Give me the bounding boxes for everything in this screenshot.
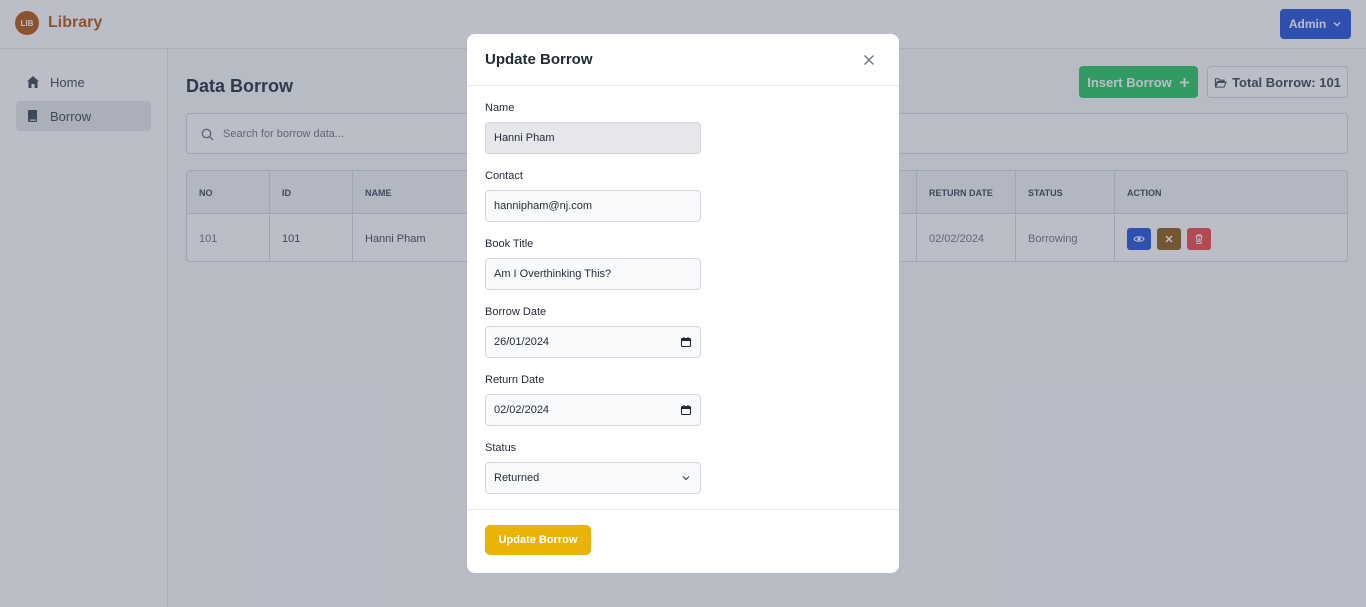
book-title-label: Book Title xyxy=(485,238,534,250)
name-label: Name xyxy=(485,102,515,114)
borrow-date-value: 26/01/2024 xyxy=(494,336,550,348)
status-select[interactable]: Returned xyxy=(485,462,701,494)
contact-field[interactable]: hannipham@nj.com xyxy=(485,190,701,222)
modal-footer: Update Borrow xyxy=(467,509,899,573)
contact-label: Contact xyxy=(485,170,523,182)
chevron-down-icon xyxy=(682,476,690,481)
return-date-value: 02/02/2024 xyxy=(494,404,550,416)
status-label: Status xyxy=(485,442,517,454)
modal-title: Update Borrow xyxy=(485,51,593,68)
calendar-icon[interactable] xyxy=(680,336,692,348)
borrow-date-field[interactable]: 26/01/2024 xyxy=(485,326,701,358)
borrow-date-label: Borrow Date xyxy=(485,306,547,318)
modal-header: Update Borrow xyxy=(467,34,899,86)
return-date-label: Return Date xyxy=(485,374,545,386)
name-field[interactable]: Hanni Pham xyxy=(485,122,701,154)
update-borrow-modal: Update Borrow Name Hanni Pham Contact ha… xyxy=(467,34,899,573)
status-value: Returned xyxy=(494,472,540,484)
book-title-field[interactable]: Am I Overthinking This? xyxy=(485,258,701,290)
close-button[interactable] xyxy=(862,54,876,68)
return-date-field[interactable]: 02/02/2024 xyxy=(485,394,701,426)
calendar-icon[interactable] xyxy=(680,404,692,416)
update-borrow-button[interactable]: Update Borrow xyxy=(485,525,591,555)
close-icon xyxy=(864,55,874,65)
